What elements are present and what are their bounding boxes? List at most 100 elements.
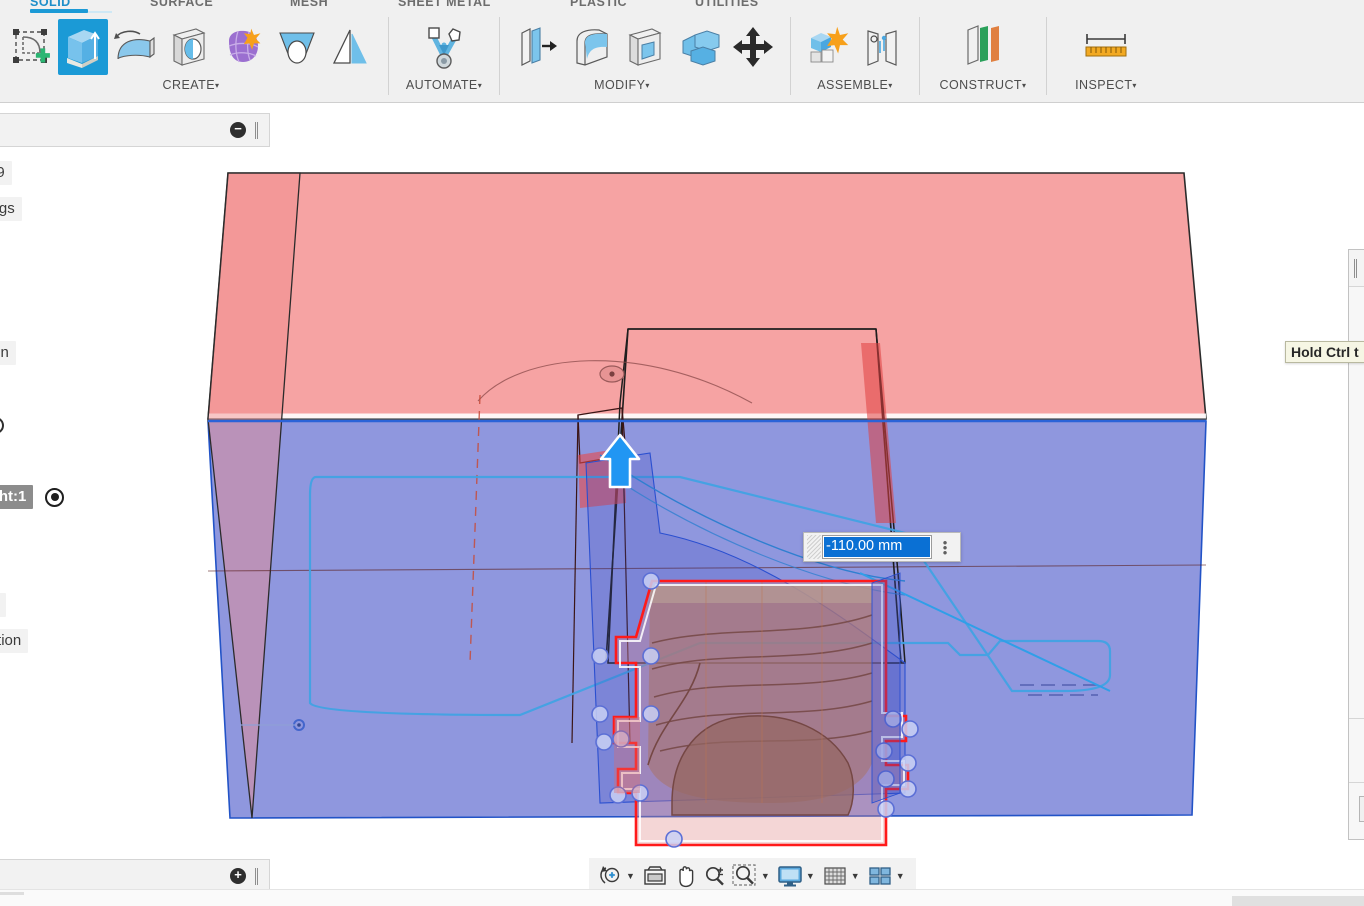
- timeline-expand-button[interactable]: +: [230, 868, 246, 884]
- status-bar-left: [0, 892, 24, 895]
- pan-icon[interactable]: [670, 861, 700, 891]
- hole-icon[interactable]: [162, 17, 216, 77]
- move-copy-icon[interactable]: [726, 17, 780, 77]
- dialog-ok-button[interactable]: [1359, 796, 1364, 822]
- dimension-drag-grip[interactable]: [807, 535, 821, 559]
- tree-node-wheel[interactable]: ...eel:1: [0, 407, 216, 443]
- zoom-window-icon[interactable]: [730, 861, 760, 891]
- look-at-icon[interactable]: [640, 861, 670, 891]
- panel-separator: [919, 17, 920, 95]
- tab-surface[interactable]: SURFACE: [150, 0, 213, 9]
- chevron-down-icon: ▾: [215, 81, 219, 90]
- grid-chevron-down-icon[interactable]: ▼: [851, 871, 860, 881]
- tree-node-label: ...ent Settings: [0, 197, 22, 221]
- create-sketch-icon[interactable]: [4, 17, 58, 77]
- tree-node-label: ...onstruction: [0, 341, 16, 365]
- fit-chevron-down-icon[interactable]: ▼: [761, 871, 770, 881]
- visibility-ring-icon[interactable]: [0, 417, 4, 434]
- orbit-icon[interactable]: [595, 861, 625, 891]
- panel-title-construct[interactable]: CONSTRUCT▾: [926, 78, 1040, 92]
- offset-plane-icon[interactable]: [956, 17, 1010, 77]
- tree-node-sketches[interactable]: ...ketches: [0, 299, 216, 335]
- ribbon-panel-assemble: ASSEMBLE▾: [797, 13, 913, 102]
- chevron-down-icon: ▾: [645, 81, 649, 90]
- tree-node-middle-right[interactable]: ...iddle Right:1: [0, 479, 216, 515]
- tree-node-label: Construction: [0, 629, 28, 653]
- shell-icon[interactable]: [618, 17, 672, 77]
- rib-icon[interactable]: [324, 17, 378, 77]
- fillet-icon[interactable]: [564, 17, 618, 77]
- browser-collapse-button[interactable]: −: [230, 122, 246, 138]
- tab-solid[interactable]: SOLID: [30, 0, 71, 9]
- automate-icon[interactable]: [417, 17, 471, 77]
- tree-node-child-bodies[interactable]: Bodies: [0, 551, 216, 587]
- ribbon-panels: CREATE▾: [0, 13, 1364, 102]
- panel-title-inspect-label: INSPECT: [1075, 78, 1132, 92]
- tree-node-label: ...iddle Right:1: [0, 485, 33, 509]
- timeline-resize-grip[interactable]: [255, 868, 259, 885]
- tree-node-y-axis[interactable]: ...y axis:1: [0, 371, 216, 407]
- blue-thin-faces: [872, 573, 900, 803]
- tree-node-child-origin[interactable]: Origin: [0, 515, 216, 551]
- combine-icon[interactable]: [672, 17, 726, 77]
- tree-node-origin[interactable]: ...rigin: [0, 263, 216, 299]
- ribbon-tabstrip: SOLID SURFACE MESH SHEET METAL PLASTIC U…: [0, 0, 1364, 13]
- ribbon-panel-modify: MODIFY▾: [506, 13, 784, 102]
- tree-node-label: Sketches: [0, 593, 6, 617]
- loft-icon[interactable]: [270, 17, 324, 77]
- panel-title-create[interactable]: CREATE▾: [0, 78, 382, 92]
- panel-title-inspect[interactable]: INSPECT▾: [1053, 78, 1159, 92]
- browser-tree: ...model v39 ...ent Settings ... Views .…: [0, 155, 216, 659]
- tab-mesh[interactable]: MESH: [290, 0, 328, 9]
- grid-snaps-icon[interactable]: [820, 861, 850, 891]
- dialog-divider: [1349, 718, 1364, 719]
- viewports-chevron-down-icon[interactable]: ▼: [896, 871, 905, 881]
- dimension-input-box[interactable]: -110.00 mm •••: [803, 532, 961, 562]
- tree-node-child-sketches[interactable]: Sketches: [0, 587, 216, 623]
- display-settings-icon[interactable]: [775, 861, 805, 891]
- status-bar: [0, 889, 1364, 906]
- panel-title-assemble[interactable]: ASSEMBLE▾: [797, 78, 913, 92]
- extrude-dialog-panel[interactable]: [1348, 249, 1364, 840]
- revolve-icon[interactable]: [108, 17, 162, 77]
- press-pull-icon[interactable]: [510, 17, 564, 77]
- tree-node-document-settings[interactable]: ...ent Settings: [0, 191, 216, 227]
- tooltip: Hold Ctrl t: [1285, 341, 1364, 363]
- dialog-header[interactable]: [1349, 250, 1364, 287]
- dimension-more-options-icon[interactable]: •••: [932, 540, 958, 555]
- dialog-drag-grip[interactable]: [1354, 259, 1358, 278]
- panel-title-modify-label: MODIFY: [594, 78, 645, 92]
- tree-node-body[interactable]: ...e:1: [0, 443, 216, 479]
- browser-resize-grip[interactable]: [255, 122, 259, 139]
- display-chevron-down-icon[interactable]: ▼: [806, 871, 815, 881]
- browser-panel-header: −: [0, 113, 270, 147]
- activate-component-radio-icon[interactable]: [45, 488, 64, 507]
- red-lower-tab: [614, 717, 640, 793]
- panel-separator: [1046, 17, 1047, 95]
- joint-icon[interactable]: [855, 17, 909, 77]
- panel-title-modify[interactable]: MODIFY▾: [460, 78, 784, 92]
- status-bar-right: [1232, 896, 1364, 906]
- tab-utilities[interactable]: UTILITIES: [695, 0, 759, 9]
- tab-plastic[interactable]: PLASTIC: [570, 0, 627, 9]
- panel-separator: [388, 17, 389, 95]
- tab-sheet-metal[interactable]: SHEET METAL: [398, 0, 491, 9]
- orbit-chevron-down-icon[interactable]: ▼: [626, 871, 635, 881]
- new-component-icon[interactable]: [801, 17, 855, 77]
- tree-node-construction[interactable]: ...onstruction: [0, 335, 216, 371]
- tree-node-child-construction[interactable]: Construction: [0, 623, 216, 659]
- measure-icon[interactable]: [1079, 17, 1133, 77]
- tree-node-label: ...model v39: [0, 161, 12, 185]
- viewports-icon[interactable]: [865, 861, 895, 891]
- panel-separator: [790, 17, 791, 95]
- tree-node-named-views[interactable]: ... Views: [0, 227, 216, 263]
- extrude-icon[interactable]: [58, 19, 108, 75]
- panel-title-construct-label: CONSTRUCT: [940, 78, 1023, 92]
- tree-node-document[interactable]: ...model v39: [0, 155, 216, 191]
- zoom-icon[interactable]: [700, 861, 730, 891]
- chevron-down-icon: ▾: [1022, 81, 1026, 90]
- panel-title-assemble-label: ASSEMBLE: [817, 78, 888, 92]
- form-icon[interactable]: [216, 17, 270, 77]
- distance-field[interactable]: -110.00 mm: [822, 535, 932, 559]
- distance-value[interactable]: -110.00 mm: [824, 537, 930, 557]
